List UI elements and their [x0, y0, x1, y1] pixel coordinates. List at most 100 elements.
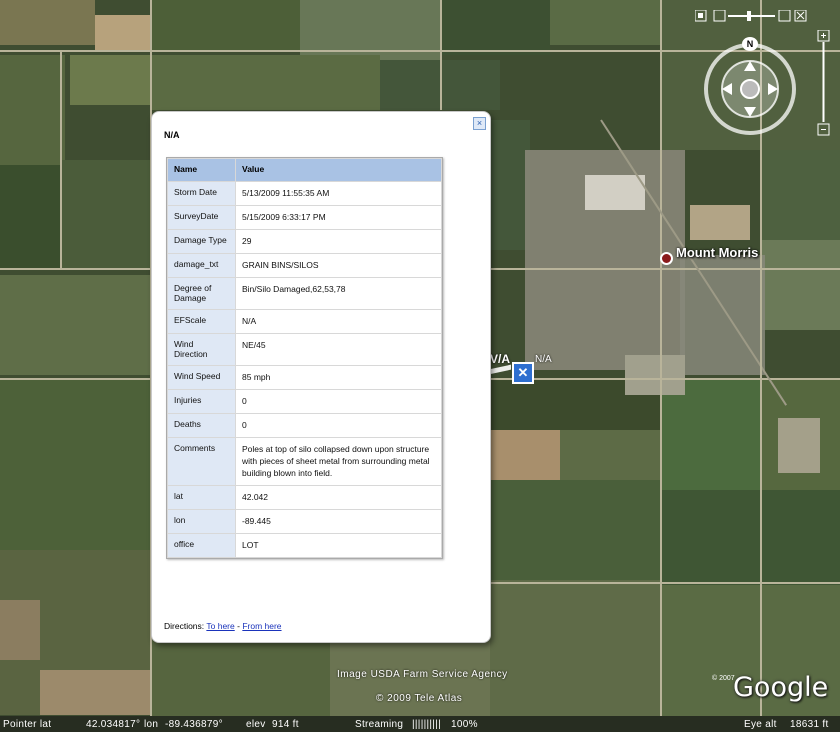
status-bar: Pointer lat 42.034817° lon -89.436879° e…	[0, 716, 840, 732]
table-row: office LOT	[168, 534, 441, 557]
table-row: lat 42.042	[168, 486, 441, 509]
imagery-credit: Image USDA Farm Service Agency	[337, 669, 508, 680]
row-value: Bin/Silo Damaged,62,53,78	[236, 278, 441, 309]
map-field	[490, 580, 660, 716]
map-field	[560, 430, 660, 480]
row-name: Damage Type	[168, 230, 235, 253]
table-row: Degree of Damage Bin/Silo Damaged,62,53,7…	[168, 278, 441, 309]
table-row: Damage Type 29	[168, 230, 441, 253]
row-value: -89.445	[236, 510, 441, 533]
row-value: 5/13/2009 11:55:35 AM	[236, 182, 441, 205]
close-icon[interactable]: ×	[473, 117, 486, 130]
table-row: Wind Direction NE/45	[168, 334, 441, 365]
table-row: Storm Date 5/13/2009 11:55:35 AM	[168, 182, 441, 205]
row-name: Wind Speed	[168, 366, 235, 389]
directions-label: Directions:	[164, 621, 205, 631]
town-label[interactable]: Mount Morris	[676, 245, 758, 260]
map-field	[40, 670, 150, 715]
directions: Directions: To here - From here	[164, 621, 282, 631]
row-value: 0	[236, 414, 441, 437]
row-value: 5/15/2009 6:33:17 PM	[236, 206, 441, 229]
row-name: Deaths	[168, 414, 235, 437]
map-field	[660, 490, 840, 585]
map-field	[0, 275, 150, 375]
placemark-icon[interactable]: ✕	[512, 362, 534, 384]
table-row: Deaths 0	[168, 414, 441, 437]
elevation: 914 ft	[272, 719, 299, 730]
map-field	[660, 380, 760, 490]
road	[660, 0, 662, 716]
pointer-lat: 42.034817°	[86, 719, 141, 730]
balloon-title: N/A	[164, 130, 180, 140]
eye-alt-label: Eye alt	[744, 719, 777, 730]
map-field	[778, 418, 820, 473]
streaming-bar: ||||||||||	[412, 719, 441, 730]
directions-separator: -	[237, 621, 240, 631]
map-field	[0, 600, 40, 660]
row-value: NE/45	[236, 334, 441, 365]
table-row: EFScale N/A	[168, 310, 441, 333]
to-here-link[interactable]: To here	[206, 621, 234, 631]
row-name: Comments	[168, 438, 235, 485]
table-header-row: Name Value	[168, 159, 441, 181]
table-row: Injuries 0	[168, 390, 441, 413]
look-joystick-icon[interactable]	[718, 57, 782, 121]
table-row: damage_txt GRAIN BINS/SILOS	[168, 254, 441, 277]
town-marker-icon[interactable]	[660, 252, 673, 265]
map-field	[440, 0, 550, 55]
map-field	[0, 55, 65, 165]
table-row: lon -89.445	[168, 510, 441, 533]
map-field	[760, 150, 840, 240]
pointer-lon: -89.436879°	[165, 719, 223, 730]
map-field	[70, 55, 150, 105]
top-controls[interactable]	[694, 9, 807, 22]
row-name: lat	[168, 486, 235, 509]
from-here-link[interactable]: From here	[242, 621, 281, 631]
marker-label-partial: V/A	[490, 352, 511, 366]
map-field	[490, 430, 560, 480]
row-value: 0	[236, 390, 441, 413]
compass-north-icon[interactable]: N	[742, 37, 758, 51]
info-balloon: N/A × Name Value Storm Date 5/13/2009 11:…	[151, 111, 491, 643]
row-name: Degree of Damage	[168, 278, 235, 309]
road	[60, 50, 62, 270]
column-header-name: Name	[168, 159, 235, 181]
copyright-teleatlas: © 2009 Tele Atlas	[376, 693, 463, 704]
map-field	[760, 240, 840, 330]
balloon-pointer	[489, 364, 511, 375]
map-field	[0, 380, 150, 550]
row-name: damage_txt	[168, 254, 235, 277]
row-value: LOT	[236, 534, 441, 557]
map-field	[150, 0, 300, 50]
google-logo: Google	[733, 672, 829, 703]
road	[490, 582, 840, 584]
attribute-table: Name Value Storm Date 5/13/2009 11:55:35 …	[166, 157, 443, 559]
column-header-value: Value	[236, 159, 441, 181]
top-controls-icon[interactable]	[694, 9, 807, 22]
row-value: 29	[236, 230, 441, 253]
map-field	[60, 160, 150, 270]
row-value: Poles at top of silo collapsed down upon…	[236, 438, 441, 485]
town-area	[625, 355, 685, 395]
table-row: Wind Speed 85 mph	[168, 366, 441, 389]
row-value: GRAIN BINS/SILOS	[236, 254, 441, 277]
eye-altitude: 18631 ft	[790, 719, 829, 730]
map-field	[150, 55, 380, 110]
map-field	[690, 205, 750, 240]
map-field	[150, 640, 330, 716]
navigation-control[interactable]: N	[702, 30, 830, 140]
zoom-slider-icon[interactable]	[817, 30, 831, 142]
lon-label: lon	[144, 719, 159, 730]
row-name: Injuries	[168, 390, 235, 413]
row-value: 85 mph	[236, 366, 441, 389]
town-building	[585, 175, 645, 210]
elev-label: elev	[246, 719, 266, 730]
map-field	[490, 480, 660, 580]
row-value: 42.042	[236, 486, 441, 509]
row-name: Wind Direction	[168, 334, 235, 365]
town-area	[680, 255, 765, 375]
row-value: N/A	[236, 310, 441, 333]
pointer-lat-label: Pointer lat	[3, 719, 52, 730]
marker-label: N/A	[535, 354, 552, 365]
map-field	[490, 120, 530, 250]
